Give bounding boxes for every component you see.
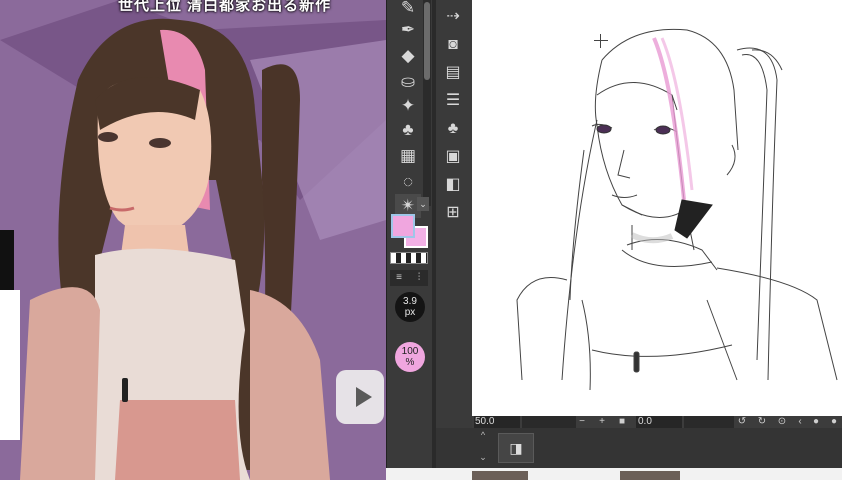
layer-property-icon[interactable]: ▤ (440, 61, 466, 85)
fit-button[interactable]: ■ (616, 416, 628, 428)
zoom-level[interactable]: 50.0 (474, 416, 520, 428)
menu-icon[interactable]: ≡ (390, 271, 408, 285)
sparkle-icon[interactable]: ✦ (395, 94, 421, 118)
brush-opacity-value: 100 (401, 346, 419, 357)
layer-mask-icon[interactable]: ◙ (440, 33, 466, 57)
eraser-icon[interactable]: ◆ (395, 44, 421, 68)
pen-icon[interactable]: ✎ (395, 0, 421, 20)
tool-scrollbar[interactable] (423, 0, 431, 206)
play-icon[interactable] (336, 370, 384, 424)
grid-icon[interactable]: ▦ (395, 144, 421, 168)
rotate-right-icon[interactable]: ↻ (756, 416, 768, 428)
brush-opacity-unit: % (405, 357, 415, 368)
brush-panel-tabs: ≡ ⫶ (390, 270, 428, 286)
rotate-left-icon[interactable]: ↺ (736, 416, 748, 428)
reference-photo-illustration (0, 0, 386, 480)
dock-down-arrow[interactable]: ⌄ (478, 452, 488, 463)
fill-icon[interactable]: ⛀ (395, 70, 421, 94)
taskbar-strip (386, 468, 842, 480)
brush-cursor (594, 34, 608, 48)
canvas-status-bar: 50.0 − + ■ 0.0 ↺ ↻ ⊙ ‹ ● ● (472, 416, 842, 428)
taskbar-thumbnail[interactable] (472, 471, 528, 480)
brush-size-unit: px (404, 307, 416, 318)
taskbar-thumbnail[interactable] (620, 471, 680, 480)
subtool-icon[interactable]: ♣ (440, 117, 466, 141)
transparent-color-swatch[interactable] (390, 252, 428, 264)
layer-list-icon[interactable]: ☰ (440, 89, 466, 113)
zoom-in-button[interactable]: + (596, 416, 608, 428)
sketch-artwork (516, 28, 838, 391)
flip-vertical-icon[interactable]: ● (810, 416, 822, 428)
reset-rotation-icon[interactable]: ⊙ (776, 416, 788, 428)
brush-size-value: 3.9 (403, 296, 417, 307)
tool-scrollbar-thumb[interactable] (424, 2, 430, 80)
drawing-canvas[interactable] (472, 0, 842, 416)
screen: 世代上位 清白都家お出る新作 ✎ ✒ ◆ ⛀ ✦ ♣ ▦ ◌ ✴ ⌄ ≡ ⫶ 3… (0, 0, 842, 480)
component-icon[interactable]: ⊞ (440, 201, 466, 225)
gradient-icon[interactable]: ◧ (440, 173, 466, 197)
settings-icon[interactable]: ⫶ (410, 271, 428, 285)
zoom-slider[interactable] (522, 416, 576, 428)
flip-icon[interactable]: ‹ (794, 416, 806, 428)
brush-opacity-indicator[interactable]: 100 % (395, 342, 425, 372)
lasso-icon[interactable]: ◌ (395, 170, 421, 194)
main-color-swatch[interactable] (391, 214, 415, 238)
animation-icon[interactable]: ▣ (440, 145, 466, 169)
brush-size-indicator[interactable]: 3.9 px (395, 292, 425, 322)
bottom-dock (436, 428, 842, 468)
blend-icon[interactable]: ♣ (395, 118, 421, 142)
tool-expand-button[interactable]: ⌄ (417, 197, 429, 211)
zoom-out-button[interactable]: − (576, 416, 588, 428)
rotation-slider[interactable] (684, 416, 734, 428)
navigator-icon[interactable]: ⇢ (440, 5, 466, 29)
reference-photo: 世代上位 清白都家お出る新作 (0, 0, 386, 480)
layer-panel-icon[interactable]: ◨ (498, 433, 534, 463)
marker-icon[interactable]: ✒ (395, 18, 421, 42)
dock-up-arrow[interactable]: ^ (478, 430, 488, 440)
rotation-angle[interactable]: 0.0 (636, 416, 682, 428)
reference-caption: 世代上位 清白都家お出る新作 (118, 0, 332, 14)
side-panel-icons: ⇢ ◙ ▤ ☰ ♣ ▣ ◧ ⊞ (436, 0, 472, 468)
more-icon[interactable]: ● (828, 416, 840, 428)
